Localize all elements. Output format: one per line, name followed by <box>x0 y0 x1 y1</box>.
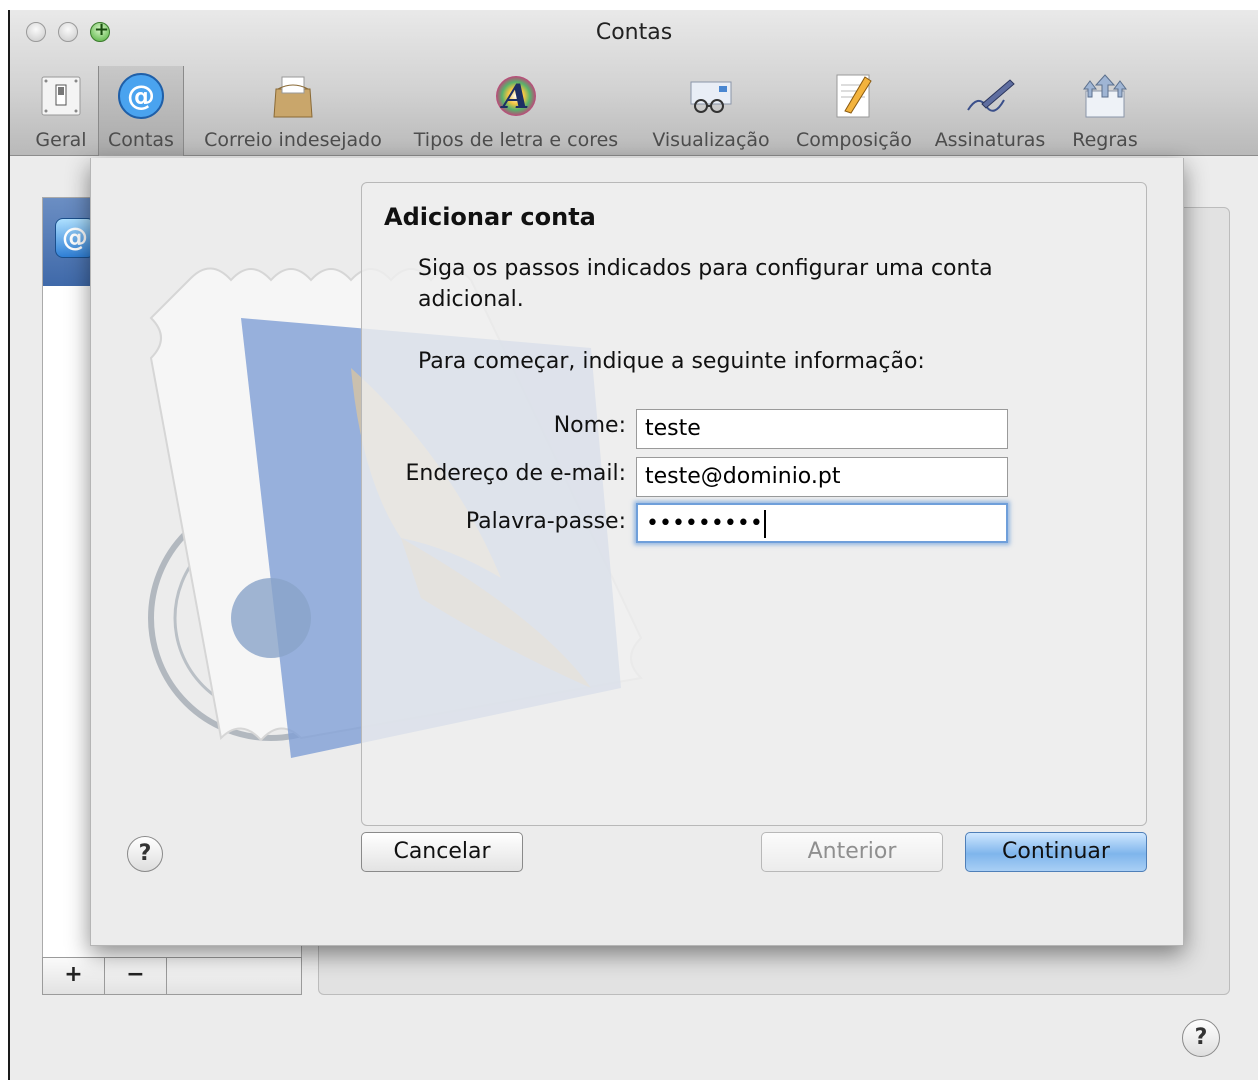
remove-account-button[interactable]: − <box>105 958 167 994</box>
toolbar-item-label: Geral <box>35 129 87 151</box>
email-field[interactable]: teste@dominio.pt <box>636 457 1008 497</box>
sheet-title: Adicionar conta <box>384 203 596 231</box>
email-label: Endereço de e-mail: <box>405 461 626 486</box>
toolbar-item-label: Visualização <box>652 129 770 151</box>
toolbar-item-composicao[interactable]: Composição <box>786 66 922 156</box>
add-account-sheet: Adicionar conta Siga os passos indicados… <box>90 158 1184 946</box>
titlebar-toolbar: Contas Geral @ Contas Correio indesejado <box>10 10 1258 156</box>
signature-pen-icon <box>964 70 1016 122</box>
font-color-icon: A <box>490 70 542 122</box>
password-value: ••••••••• <box>646 511 763 536</box>
toolbar-item-visualizacao[interactable]: Visualização <box>642 66 780 156</box>
at-sign-icon: @ <box>115 70 167 122</box>
add-account-button[interactable]: + <box>43 958 105 994</box>
junk-mail-bag-icon <box>267 70 319 122</box>
toolbar-item-label: Regras <box>1072 129 1138 151</box>
back-button[interactable]: Anterior <box>761 832 943 872</box>
pencil-notepad-icon <box>828 70 880 122</box>
toolbar-item-label: Correio indesejado <box>204 129 382 151</box>
toolbar-item-assinaturas[interactable]: Assinaturas <box>928 66 1052 156</box>
viewing-glasses-icon <box>685 70 737 122</box>
account-list-toolbar: + − <box>42 957 302 995</box>
text-caret <box>763 510 766 538</box>
continue-button[interactable]: Continuar <box>965 832 1147 872</box>
name-field[interactable]: teste <box>636 409 1008 449</box>
account-icon: @ <box>55 218 95 258</box>
sheet-help-button[interactable]: ? <box>127 836 163 872</box>
name-label: Nome: <box>553 413 626 438</box>
cancel-button[interactable]: Cancelar <box>361 832 523 872</box>
toolbar-item-label: Composição <box>796 129 912 151</box>
password-field[interactable]: ••••••••• <box>636 503 1008 543</box>
toolbar-item-correio-indesejado[interactable]: Correio indesejado <box>196 66 390 156</box>
switch-icon <box>35 70 87 122</box>
toolbar-item-contas[interactable]: @ Contas <box>98 66 184 156</box>
sheet-prompt: Para começar, indique a seguinte informa… <box>418 349 925 374</box>
toolbar-item-label: Contas <box>108 129 174 151</box>
password-label: Palavra-passe: <box>465 509 626 534</box>
svg-text:@: @ <box>127 79 155 112</box>
help-button[interactable]: ? <box>1182 1019 1220 1057</box>
window-title: Contas <box>595 20 673 45</box>
svg-text:A: A <box>500 77 529 117</box>
toolbar-item-geral[interactable]: Geral <box>26 66 96 156</box>
toolbar-item-tipos-de-letra[interactable]: A Tipos de letra e cores <box>402 66 630 156</box>
toolbar-item-regras[interactable]: Regras <box>1062 66 1148 156</box>
rules-arrows-icon <box>1079 70 1131 122</box>
sheet-form-panel: Adicionar conta Siga os passos indicados… <box>361 182 1147 826</box>
toolbar-item-label: Tipos de letra e cores <box>413 129 619 151</box>
mail-preferences-window: Contas Geral @ Contas Correio indesejado <box>8 10 1258 1080</box>
toolbar-item-label: Assinaturas <box>934 129 1046 151</box>
sheet-instructions: Siga os passos indicados para configurar… <box>418 256 993 312</box>
